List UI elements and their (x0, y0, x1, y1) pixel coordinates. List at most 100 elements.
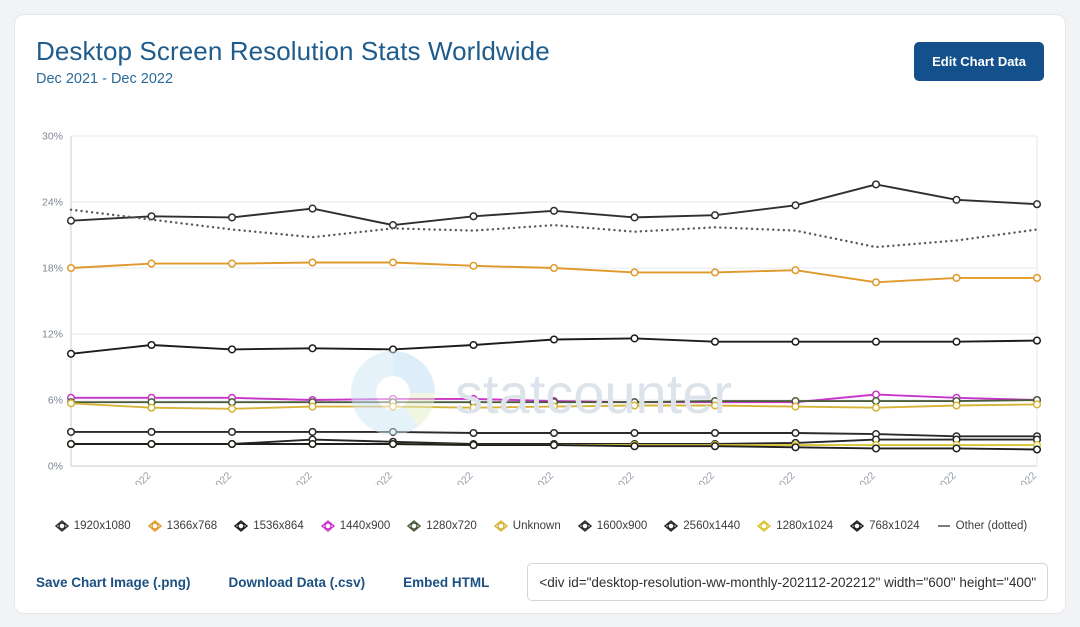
series-data-point[interactable] (630, 401, 639, 410)
embed-html-input[interactable] (527, 563, 1048, 601)
series-data-point[interactable] (388, 402, 398, 411)
series-data-point[interactable] (871, 403, 881, 412)
series-data-point[interactable] (1032, 200, 1042, 209)
series-data-point[interactable] (227, 404, 237, 413)
series-data-point[interactable] (469, 212, 478, 221)
series-data-point[interactable] (630, 268, 639, 277)
series-data-point[interactable] (630, 428, 639, 438)
legend-marker-icon (493, 520, 508, 532)
series-data-point[interactable] (147, 259, 156, 268)
series-data-point[interactable] (871, 337, 881, 346)
legend-marker-icon (407, 520, 422, 532)
series-data-point[interactable] (66, 399, 76, 408)
series-data-point[interactable] (871, 444, 881, 453)
edit-chart-data-button[interactable]: Edit Chart Data (914, 42, 1044, 81)
legend-item[interactable]: 1600x900 (577, 520, 648, 532)
series-data-point[interactable] (630, 213, 639, 222)
series-data-point[interactable] (147, 403, 156, 412)
series-data-point[interactable] (308, 344, 317, 353)
legend-item[interactable]: 1536x864 (234, 520, 304, 532)
legend-item[interactable]: 1280x1024 (757, 520, 833, 532)
series-data-point[interactable] (66, 263, 76, 273)
legend-item[interactable]: 1280x720 (407, 520, 477, 532)
legend-item[interactable]: Other (dotted) (937, 520, 1027, 532)
series-data-point[interactable] (710, 337, 720, 346)
series-data-point[interactable] (952, 401, 961, 410)
legend-item[interactable]: 1920x1080 (54, 520, 131, 532)
series-data-point[interactable] (549, 206, 559, 215)
series-data-point[interactable] (388, 258, 398, 267)
series-data-point[interactable] (227, 398, 237, 407)
series-data-point[interactable] (308, 439, 317, 449)
series-data-point[interactable] (388, 221, 398, 230)
series-data-point[interactable] (227, 427, 237, 436)
series-data-point[interactable] (1032, 445, 1042, 454)
series-data-point[interactable] (147, 439, 156, 449)
series-data-point[interactable] (871, 390, 881, 399)
series-data-point[interactable] (791, 201, 800, 210)
legend-item[interactable]: 1440x900 (320, 520, 390, 532)
series-data-point[interactable] (469, 441, 478, 450)
series-data-point[interactable] (388, 345, 398, 354)
series-data-point[interactable] (1032, 400, 1042, 409)
legend-item[interactable]: Unknown (493, 520, 561, 532)
series-data-point[interactable] (710, 401, 720, 410)
series-data-point[interactable] (1032, 336, 1042, 345)
series-data-point[interactable] (952, 273, 961, 282)
series-data-point[interactable] (66, 349, 76, 358)
y-axis-tick-label: 24% (42, 197, 63, 209)
series-data-point[interactable] (227, 439, 237, 449)
series-data-point[interactable] (308, 402, 317, 411)
series-data-point[interactable] (549, 335, 559, 344)
series-data-point[interactable] (469, 340, 478, 350)
series-data-point[interactable] (791, 337, 800, 346)
series-data-point[interactable] (308, 427, 317, 436)
series-data-point[interactable] (469, 428, 478, 438)
series-data-point[interactable] (871, 180, 881, 189)
series-data-point[interactable] (791, 443, 800, 452)
series-data-point[interactable] (549, 441, 559, 450)
series-data-point[interactable] (469, 403, 478, 412)
legend-item[interactable]: 768x1024 (850, 520, 920, 532)
series-data-point[interactable] (147, 340, 156, 350)
series-data-point[interactable] (710, 268, 720, 277)
legend-item-label: 1600x900 (596, 520, 648, 532)
series-data-point[interactable] (791, 402, 800, 411)
series-data-point[interactable] (791, 428, 800, 438)
series-data-point[interactable] (871, 397, 881, 406)
download-data-link[interactable]: Download Data (.csv) (229, 575, 366, 590)
y-axis-tick-label: 6% (48, 395, 63, 407)
series-data-point[interactable] (227, 213, 237, 222)
series-line (70, 183, 1038, 227)
series-data-point[interactable] (66, 216, 76, 225)
series-data-point[interactable] (549, 402, 559, 411)
series-data-point[interactable] (791, 266, 800, 275)
series-data-point[interactable] (66, 427, 76, 436)
series-data-point[interactable] (388, 427, 398, 436)
embed-html-link[interactable]: Embed HTML (403, 575, 489, 590)
series-data-point[interactable] (549, 428, 559, 438)
series-data-point[interactable] (227, 259, 237, 268)
series-data-point[interactable] (710, 211, 720, 220)
series-data-point[interactable] (1032, 273, 1042, 282)
series-data-point[interactable] (952, 337, 961, 346)
series-data-point[interactable] (710, 428, 720, 438)
series-data-point[interactable] (952, 444, 961, 453)
save-chart-image-link[interactable]: Save Chart Image (.png) (36, 575, 191, 590)
series-data-point[interactable] (147, 427, 156, 436)
legend-item[interactable]: 1366x768 (147, 520, 217, 532)
series-data-point[interactable] (952, 195, 961, 204)
x-axis-tick-label: Mar 2022 (275, 470, 315, 485)
series-data-point[interactable] (630, 334, 639, 343)
series-data-point[interactable] (308, 204, 317, 213)
legend-item[interactable]: 2560x1440 (664, 520, 740, 532)
series-data-point[interactable] (710, 442, 720, 451)
series-data-point[interactable] (630, 442, 639, 451)
series-data-point[interactable] (549, 263, 559, 273)
series-data-point[interactable] (308, 258, 317, 267)
series-data-point[interactable] (469, 261, 478, 270)
series-data-point[interactable] (227, 345, 237, 354)
series-data-point[interactable] (66, 439, 76, 449)
series-data-point[interactable] (388, 439, 398, 449)
series-data-point[interactable] (871, 278, 881, 287)
